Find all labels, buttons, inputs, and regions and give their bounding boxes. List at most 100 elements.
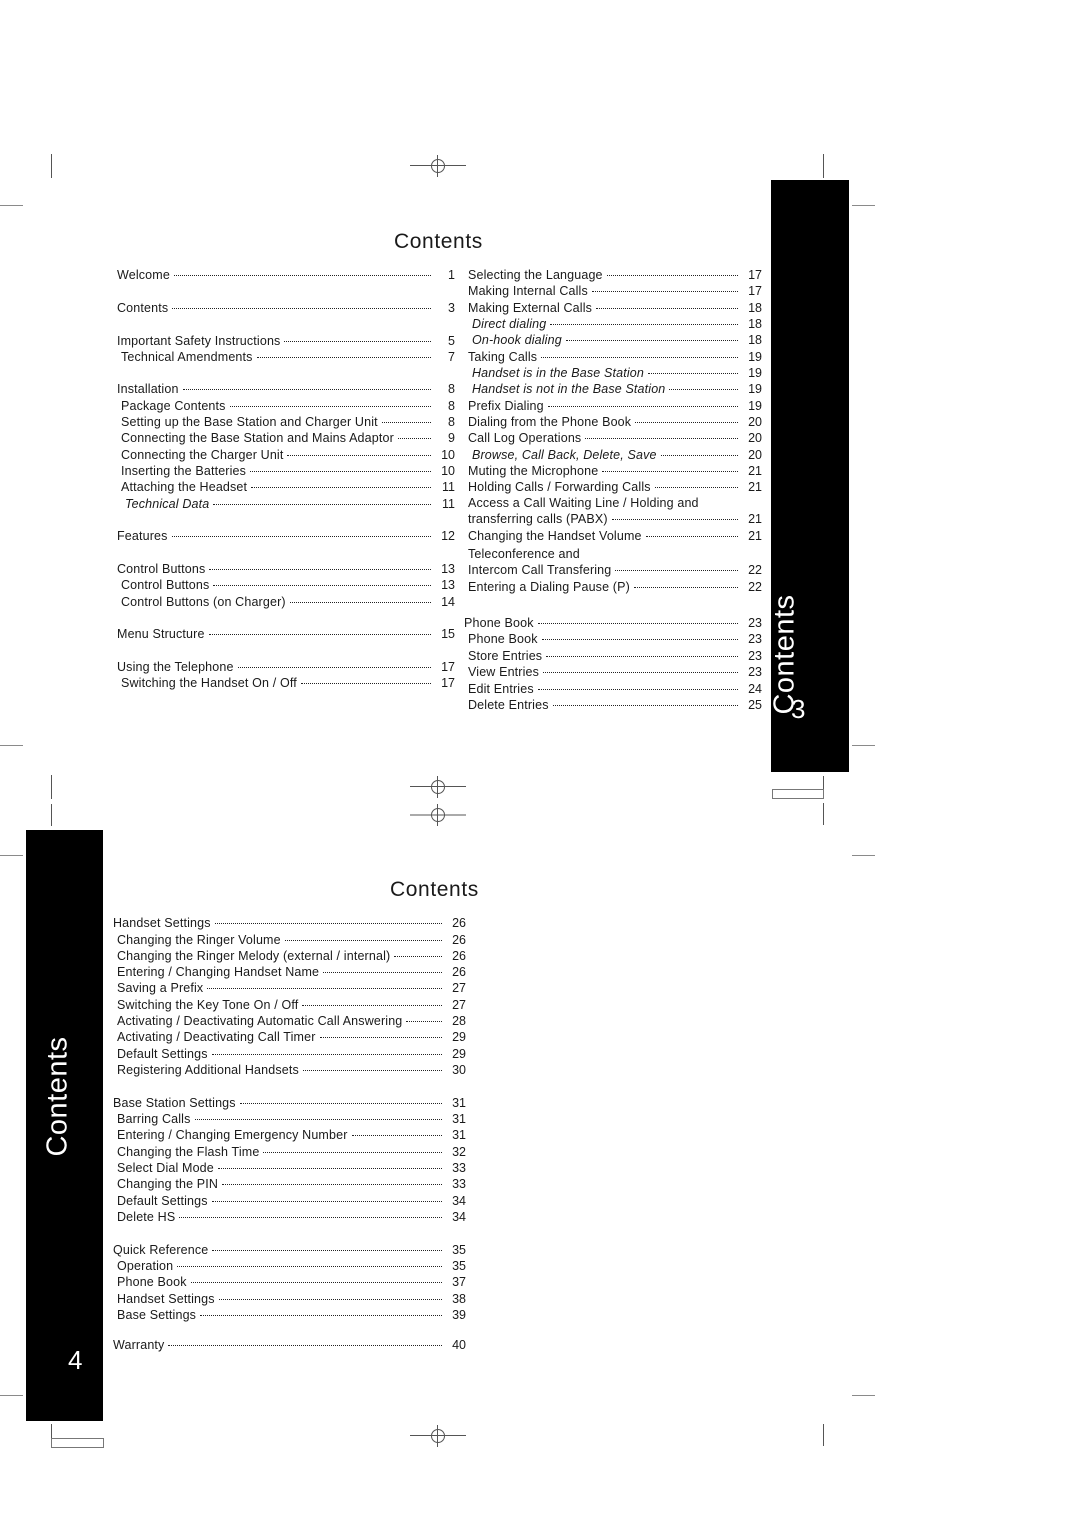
toc-entry-page: 40: [452, 1338, 466, 1352]
toc-entry: Entering a Dialing Pause (P) 22: [468, 579, 762, 595]
toc-entry: Handset Settings 26: [113, 915, 466, 931]
dot-leader: [229, 406, 431, 407]
dot-leader: [190, 1282, 442, 1283]
toc-entry: Barring Calls 31: [113, 1111, 466, 1127]
toc-entry-page: 26: [452, 916, 466, 930]
dot-leader: [168, 1345, 442, 1346]
toc-entry: Control Buttons (on Charger) 14: [117, 594, 455, 610]
toc-entry: Default Settings 29: [113, 1046, 466, 1062]
dot-leader: [213, 585, 431, 586]
toc-entry: Default Settings 34: [113, 1193, 466, 1209]
page-title: Contents: [390, 878, 479, 901]
page-number: 4: [68, 1345, 83, 1375]
toc-entry-page: 37: [452, 1275, 466, 1289]
toc-entry-label: Changing the Flash Time: [117, 1145, 260, 1159]
dot-leader: [263, 1152, 442, 1153]
toc-entry-page: 7: [448, 350, 455, 364]
toc-entry-label: Warranty: [113, 1338, 165, 1352]
registration-mark-icon: [410, 1424, 466, 1448]
toc-right-column: Selecting the Language 17 Making Internal …: [464, 267, 762, 717]
toc-entry-label: Handset is not in the Base Station: [472, 382, 666, 396]
toc-entry: Handset is not in the Base Station 19: [468, 381, 762, 397]
toc-entry-label: Teleconference and: [468, 547, 580, 561]
toc-entry-page: 17: [441, 660, 455, 674]
dot-leader: [218, 1299, 442, 1300]
dot-leader: [250, 471, 431, 472]
dot-leader: [537, 623, 738, 624]
toc-entry-page: 23: [748, 632, 762, 646]
toc-entry: Activating / Deactivating Automatic Call…: [113, 1013, 466, 1029]
dot-leader: [546, 656, 738, 657]
toc-entry-page: 1: [448, 268, 455, 282]
dot-leader: [660, 455, 738, 456]
toc-entry-page: 35: [452, 1243, 466, 1257]
toc-entry-page: 19: [748, 366, 762, 380]
toc-entry: Holding Calls / Forwarding Calls 21: [468, 479, 762, 495]
toc-entry: Base Station Settings 31: [113, 1095, 466, 1111]
dot-leader: [611, 519, 738, 520]
toc-entry-page: 15: [441, 627, 455, 641]
dot-leader: [552, 705, 738, 706]
toc-entry-page: 21: [748, 529, 762, 543]
toc-entry-label: Access a Call Waiting Line / Holding and: [468, 496, 699, 510]
toc-entry-label: Dialing from the Phone Book: [468, 415, 632, 429]
toc-entry-page: 21: [748, 464, 762, 478]
toc-entry: Making External Calls 18: [468, 300, 762, 316]
dot-leader: [179, 1217, 442, 1218]
registration-mark-icon: [410, 154, 466, 178]
crop-mark: [0, 745, 23, 746]
toc-entry: Handset Settings 38: [113, 1291, 466, 1307]
toc-entry-page: 19: [748, 382, 762, 396]
toc-entry-page: 23: [748, 649, 762, 663]
toc-entry-label: Entering / Changing Emergency Number: [117, 1128, 348, 1142]
dot-leader: [302, 1070, 442, 1071]
toc-entry: Intercom Call Transfering 22: [468, 562, 762, 578]
toc-entry: Access a Call Waiting Line / Holding and: [468, 495, 762, 511]
crop-mark: [852, 1395, 875, 1396]
toc-entry-label: Making Internal Calls: [468, 284, 588, 298]
toc-entry: Attaching the Headset 11: [117, 479, 455, 495]
toc-entry-label: Phone Book: [117, 1275, 187, 1289]
dot-leader: [172, 308, 431, 309]
toc-entry-label: Activating / Deactivating Automatic Call…: [117, 1014, 403, 1028]
dot-leader: [654, 487, 738, 488]
crop-tray: [51, 1438, 104, 1448]
toc-entry-page: 10: [441, 464, 455, 478]
dot-leader: [239, 1103, 442, 1104]
crop-mark: [852, 855, 875, 856]
toc-entry: Installation 8: [117, 381, 455, 397]
toc-entry: Connecting the Base Station and Mains Ad…: [117, 430, 455, 446]
toc-entry-page: 20: [748, 415, 762, 429]
dot-leader: [645, 536, 738, 537]
toc-entry: Phone Book 23: [468, 631, 762, 647]
toc-entry-page: 39: [452, 1308, 466, 1322]
toc-entry-label: Base Settings: [117, 1308, 197, 1322]
toc-entry-label: Making External Calls: [468, 301, 593, 315]
toc-entry-label: Important Safety Instructions: [117, 334, 281, 348]
page-number: 3: [791, 694, 806, 724]
dot-leader: [381, 422, 431, 423]
dot-leader: [284, 940, 442, 941]
toc-entry-label: Attaching the Headset: [121, 480, 248, 494]
toc-entry-page: 8: [448, 399, 455, 413]
crop-mark: [823, 803, 824, 825]
toc-entry: Changing the Handset Volume 21: [468, 528, 762, 544]
toc-entry: Phone Book 23: [464, 615, 762, 631]
crop-mark: [0, 1395, 23, 1396]
toc-entry-page: 33: [452, 1177, 466, 1191]
toc-entry: transferring calls (PABX) 21: [468, 511, 762, 527]
toc-entry-page: 8: [448, 415, 455, 429]
toc-entry-label: Features: [117, 529, 168, 543]
toc-entry-label: Store Entries: [468, 649, 543, 663]
toc-entry-page: 11: [442, 497, 455, 511]
toc-entry-page: 18: [748, 301, 762, 315]
dot-leader: [182, 389, 431, 390]
dot-leader: [194, 1119, 442, 1120]
toc-entry-label: Changing the PIN: [117, 1177, 219, 1191]
toc-entry: Handset is in the Base Station 19: [468, 365, 762, 381]
crop-mark: [51, 775, 52, 799]
toc-entry-label: Switching the Handset On / Off: [121, 676, 297, 690]
toc-entry-page: 31: [452, 1128, 466, 1142]
toc-entry: Connecting the Charger Unit 10: [117, 447, 455, 463]
toc-entry-label: Select Dial Mode: [117, 1161, 214, 1175]
